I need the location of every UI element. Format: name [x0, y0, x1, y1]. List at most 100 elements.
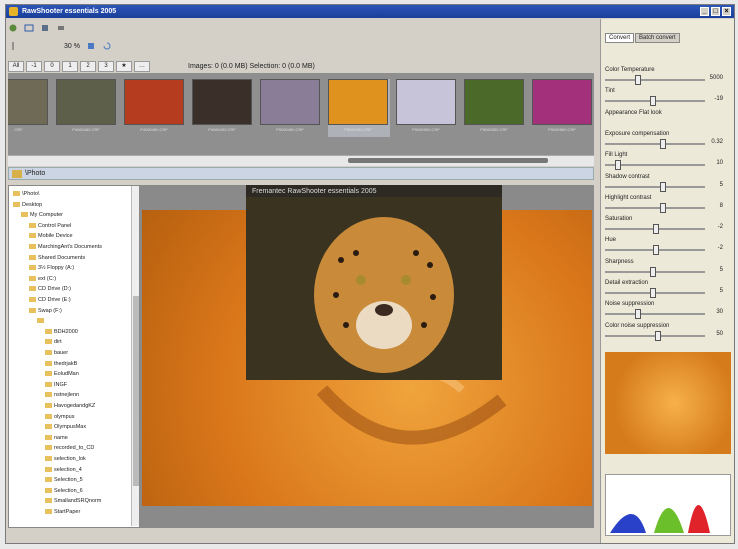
thumbnail[interactable]: P5060490.CRF	[328, 79, 390, 137]
gear-icon[interactable]	[8, 23, 18, 33]
filter-button[interactable]: -1	[26, 60, 42, 72]
adjustment-value[interactable]: 50	[716, 331, 723, 337]
thumbnail[interactable]: P5060500.CRF	[396, 79, 458, 137]
maximize-button[interactable]: □	[711, 7, 720, 16]
tree-item[interactable]: Selection_6	[45, 487, 83, 495]
slider-knob[interactable]	[635, 309, 641, 320]
slider-knob[interactable]	[635, 75, 641, 85]
thumbnail[interactable]: P5060480.CRF	[260, 79, 322, 137]
slider-knob[interactable]	[655, 330, 661, 341]
tree-item[interactable]: selection_lok	[45, 455, 86, 463]
slider-track[interactable]	[605, 79, 705, 81]
tree-item[interactable]: BDH2000	[45, 328, 78, 336]
thumbnail[interactable]: P4060480.CRF	[124, 79, 186, 137]
tree-item-label: nstnejlenn	[54, 392, 80, 399]
adjustment-value[interactable]: -19	[714, 96, 723, 102]
tree-item[interactable]: olympus	[45, 413, 74, 421]
filter-button[interactable]: …	[134, 60, 150, 72]
scrollbar-thumb[interactable]	[133, 296, 139, 486]
thumbnail-filename: P4060490.CRF	[208, 127, 236, 132]
tree-item[interactable]: Selection_5	[45, 476, 83, 484]
close-button[interactable]: ×	[722, 7, 731, 16]
layout-icon[interactable]	[24, 23, 34, 33]
filter-button[interactable]: 2	[80, 60, 96, 72]
tree-item[interactable]: 3½ Floppy (A:)	[29, 264, 74, 272]
tree-item[interactable]: \Photo\	[13, 190, 39, 198]
adjustment-value[interactable]: 5	[720, 288, 723, 294]
tree-item[interactable]: CD Drive (E:)	[29, 296, 71, 304]
slider-knob[interactable]	[650, 96, 656, 107]
tree-item[interactable]: Desktop	[13, 201, 42, 209]
tree-item[interactable]: thedrjakB	[45, 360, 77, 368]
print-icon[interactable]	[56, 23, 66, 33]
slider-knob[interactable]	[650, 288, 656, 298]
adjustment-label: Noise suppression	[605, 301, 655, 308]
slider-knob[interactable]	[653, 224, 659, 235]
tree-item[interactable]: EoludMan	[45, 370, 79, 378]
rotate-icon[interactable]	[102, 41, 112, 51]
adjustment-value[interactable]: 5	[720, 267, 723, 273]
thumbnail[interactable]: P5060560.CRF	[532, 79, 594, 137]
tree-item[interactable]	[37, 317, 46, 325]
filmstrip-scrollbar[interactable]	[8, 155, 594, 166]
zoom-slider-icon[interactable]	[8, 41, 18, 51]
slider-knob[interactable]	[650, 266, 656, 277]
adjustment-value[interactable]: -2	[718, 224, 723, 230]
folder-icon	[29, 233, 36, 239]
tree-item[interactable]: name	[45, 434, 68, 442]
tree-item[interactable]: CD Drive (D:)	[29, 285, 71, 293]
tree-item[interactable]: Shared Documents	[29, 254, 85, 262]
slider-track[interactable]	[605, 142, 705, 145]
filter-button[interactable]: 1	[62, 60, 78, 72]
adjustment-value[interactable]: 5000	[710, 75, 723, 81]
slider-knob[interactable]	[615, 160, 621, 171]
tab-convert[interactable]: Convert	[605, 33, 635, 43]
thumbnail[interactable]: P4060490.CRF	[192, 79, 254, 137]
view-mode-icon[interactable]	[86, 41, 96, 51]
filter-button[interactable]: 0	[44, 60, 60, 72]
tree-scrollbar[interactable]	[131, 186, 139, 526]
scrollbar-thumb[interactable]	[348, 158, 548, 163]
tree-item[interactable]: OlympusMax	[45, 423, 86, 431]
slider-track[interactable]	[605, 313, 705, 316]
slider-track[interactable]	[605, 206, 705, 209]
tree-item[interactable]: recorded_to_CD	[45, 444, 94, 452]
slider-track[interactable]	[605, 185, 705, 188]
tab-batch-convert[interactable]: Batch convert	[635, 33, 680, 43]
tree-item[interactable]: Swap (F:)	[29, 307, 62, 315]
tree-item[interactable]: bauer	[45, 349, 68, 357]
adjustment-value[interactable]: 5	[720, 182, 723, 188]
slider-knob[interactable]	[653, 245, 659, 256]
tree-item[interactable]: INGF	[45, 381, 67, 389]
minimize-button[interactable]: _	[700, 7, 709, 16]
tree-item[interactable]: ext (C:)	[29, 275, 56, 283]
thumbnail[interactable]: P4060460.CRF	[56, 79, 118, 137]
navigator-thumbnail[interactable]	[605, 352, 731, 454]
filter-button[interactable]: ★	[116, 60, 132, 72]
save-icon[interactable]	[40, 23, 50, 33]
slider-knob[interactable]	[660, 138, 666, 149]
adjustment-value[interactable]: 8	[720, 203, 723, 209]
tree-item[interactable]: nstnejlenn	[45, 391, 79, 399]
tree-item[interactable]: HavogedandgKZ	[45, 402, 95, 410]
tree-item[interactable]: selection_4	[45, 466, 82, 474]
adjustment-value[interactable]: 10	[716, 160, 723, 166]
zoom-level[interactable]: 30 %	[64, 43, 80, 50]
tree-item[interactable]: My Computer	[21, 211, 63, 219]
tree-item[interactable]: SmallandSRQnorm	[45, 497, 101, 505]
filter-button[interactable]: All	[8, 60, 24, 72]
tree-item-label: recorded_to_CD	[54, 445, 95, 452]
tree-item[interactable]: MarchingAnt's Documents	[29, 243, 102, 251]
thumbnail[interactable]: .CRF	[8, 79, 50, 137]
tree-item[interactable]: dirt	[45, 338, 62, 346]
slider-knob[interactable]	[660, 202, 666, 213]
slider-knob[interactable]	[660, 181, 666, 192]
tree-item[interactable]: Mobile Device	[29, 232, 73, 240]
adjustment-value[interactable]: 0.32	[711, 139, 723, 145]
adjustment-value[interactable]: -2	[718, 245, 723, 251]
adjustment-value[interactable]: 30	[716, 309, 723, 315]
tree-item[interactable]: StartPaper	[45, 508, 80, 516]
filter-button[interactable]: 3	[98, 60, 114, 72]
thumbnail[interactable]: P5060550.CRF	[464, 79, 526, 137]
tree-item[interactable]: Control Panel	[29, 222, 71, 230]
